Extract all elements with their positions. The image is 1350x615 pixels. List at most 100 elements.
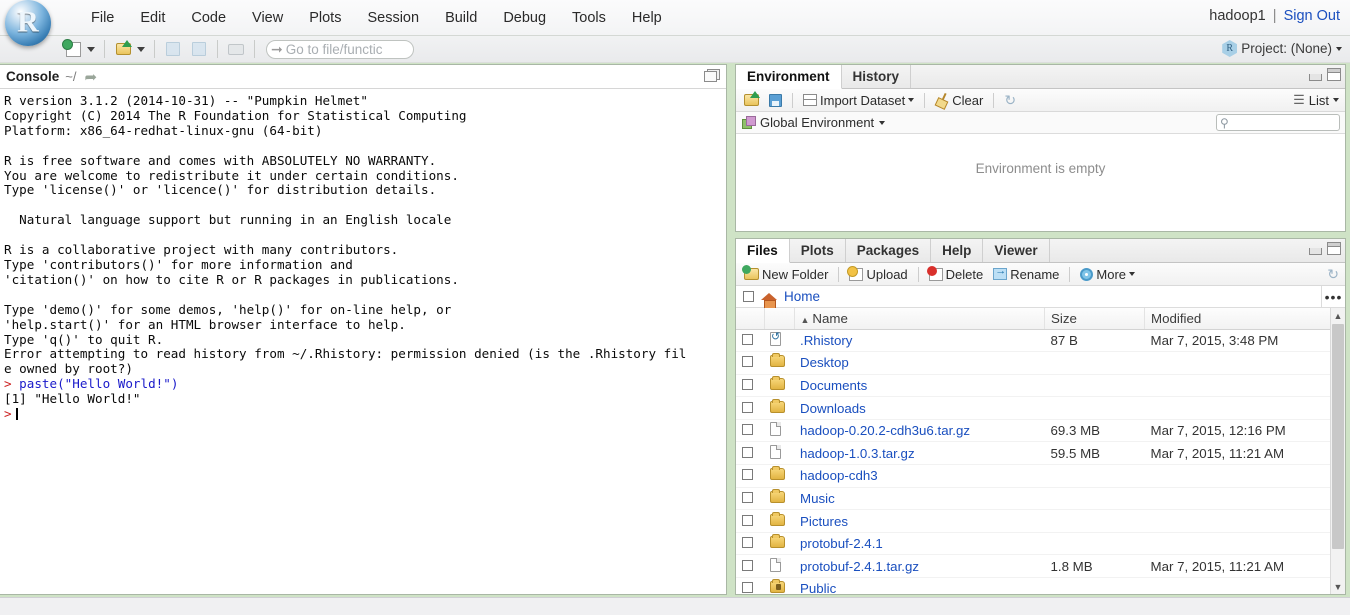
menu-build[interactable]: Build bbox=[432, 6, 490, 30]
select-all-checkbox[interactable] bbox=[743, 291, 754, 302]
menu-debug[interactable]: Debug bbox=[490, 6, 559, 30]
menu-session[interactable]: Session bbox=[354, 6, 432, 30]
tab-plots[interactable]: Plots bbox=[790, 239, 846, 262]
file-link[interactable]: hadoop-0.20.2-cdh3u6.tar.gz bbox=[800, 423, 970, 438]
environment-toolbar-divider-2 bbox=[924, 92, 926, 108]
menu-help[interactable]: Help bbox=[619, 6, 675, 30]
import-dataset-button[interactable]: Import Dataset bbox=[799, 93, 918, 108]
list-view-icon: ☰ bbox=[1293, 92, 1305, 107]
global-environment-dropdown-icon[interactable] bbox=[879, 120, 886, 125]
row-checkbox[interactable] bbox=[742, 491, 753, 503]
files-refresh-button[interactable]: ↻ bbox=[1327, 263, 1339, 285]
row-name-cell: hadoop-cdh3 bbox=[794, 464, 1045, 488]
menu-edit[interactable]: Edit bbox=[127, 6, 178, 30]
table-row[interactable]: Pictures bbox=[736, 509, 1345, 533]
row-checkbox[interactable] bbox=[742, 333, 753, 345]
table-row[interactable]: Desktop bbox=[736, 351, 1345, 375]
tab-files[interactable]: Files bbox=[736, 239, 790, 263]
row-checkbox[interactable] bbox=[742, 537, 753, 549]
environment-save-workspace-button[interactable] bbox=[765, 93, 786, 107]
print-button[interactable] bbox=[223, 38, 249, 60]
menu-plots[interactable]: Plots bbox=[296, 6, 354, 30]
table-row[interactable]: hadoop-1.0.3.tar.gz 59.5 MB Mar 7, 2015, 1… bbox=[736, 441, 1345, 466]
upload-button[interactable]: Upload bbox=[845, 265, 911, 282]
table-row[interactable]: Music bbox=[736, 487, 1345, 511]
rename-button[interactable]: Rename bbox=[989, 265, 1063, 282]
files-col-name[interactable]: ▲ Name bbox=[794, 308, 1045, 330]
file-link[interactable]: hadoop-1.0.3.tar.gz bbox=[800, 446, 915, 461]
row-checkbox[interactable] bbox=[742, 356, 753, 368]
files-maximize-button[interactable] bbox=[1327, 242, 1341, 255]
file-link[interactable]: Desktop bbox=[800, 355, 849, 370]
environment-minimize-button[interactable] bbox=[1309, 74, 1322, 81]
file-link[interactable]: protobuf-2.4.1.tar.gz bbox=[800, 559, 919, 574]
environment-load-workspace-button[interactable] bbox=[740, 91, 763, 106]
table-row[interactable]: Documents bbox=[736, 374, 1345, 398]
tab-viewer[interactable]: Viewer bbox=[983, 239, 1050, 262]
open-file-dropdown-icon[interactable] bbox=[137, 46, 145, 52]
file-link[interactable]: hadoop-cdh3 bbox=[800, 468, 878, 483]
table-row[interactable]: hadoop-cdh3 bbox=[736, 464, 1345, 488]
files-more-options-button[interactable]: ••• bbox=[1321, 286, 1345, 307]
sign-out-link[interactable]: Sign Out bbox=[1284, 8, 1340, 24]
path-home-link[interactable]: Home bbox=[784, 289, 820, 304]
table-row[interactable]: protobuf-2.4.1 bbox=[736, 532, 1345, 556]
tab-environment[interactable]: Environment bbox=[736, 65, 842, 89]
table-row[interactable]: Public bbox=[736, 577, 1345, 594]
row-checkbox[interactable] bbox=[742, 446, 753, 458]
menu-view[interactable]: View bbox=[239, 6, 296, 30]
file-link[interactable]: Pictures bbox=[800, 514, 848, 529]
row-checkbox[interactable] bbox=[742, 378, 753, 390]
files-col-name-label: Name bbox=[812, 310, 848, 326]
console-output-area[interactable]: R version 3.1.2 (2014-10-31) -- "Pumpkin… bbox=[0, 90, 726, 594]
console-tab[interactable]: Console bbox=[6, 69, 59, 84]
new-folder-button[interactable]: New Folder bbox=[740, 265, 832, 282]
table-row[interactable]: Downloads bbox=[736, 396, 1345, 420]
files-col-size[interactable]: Size bbox=[1044, 308, 1145, 330]
table-row[interactable]: .Rhistory 87 BMar 7, 2015, 3:48 PM bbox=[736, 329, 1345, 353]
files-scrollbar-thumb[interactable] bbox=[1332, 324, 1344, 549]
console-open-in-editor-icon[interactable]: ➦ bbox=[84, 68, 97, 86]
menu-file[interactable]: File bbox=[78, 6, 127, 30]
environment-refresh-button[interactable]: ↻ bbox=[1000, 92, 1020, 109]
open-file-button[interactable] bbox=[110, 38, 136, 60]
file-link[interactable]: Downloads bbox=[800, 401, 866, 416]
table-row[interactable]: hadoop-0.20.2-cdh3u6.tar.gz 69.3 MB Mar 7,… bbox=[736, 419, 1345, 443]
files-scrollbar[interactable]: ▲ ▼ bbox=[1330, 308, 1345, 594]
save-all-button[interactable] bbox=[186, 38, 212, 60]
more-button[interactable]: More bbox=[1076, 267, 1139, 282]
tab-packages[interactable]: Packages bbox=[846, 239, 932, 262]
goto-file-input[interactable]: ➞ Go to file/functic bbox=[266, 39, 414, 59]
files-col-modified[interactable]: Modified bbox=[1144, 308, 1345, 330]
file-link[interactable]: Documents bbox=[800, 378, 867, 393]
scroll-down-icon[interactable]: ▼ bbox=[1331, 579, 1345, 594]
new-file-button[interactable] bbox=[60, 38, 86, 60]
global-environment-label[interactable]: Global Environment bbox=[760, 115, 874, 130]
tab-history[interactable]: History bbox=[842, 65, 912, 88]
environment-search-input[interactable]: ⚲ bbox=[1216, 114, 1340, 131]
new-file-dropdown-icon[interactable] bbox=[87, 46, 95, 52]
scroll-up-icon[interactable]: ▲ bbox=[1331, 308, 1345, 323]
row-checkbox[interactable] bbox=[742, 514, 753, 526]
delete-button[interactable]: Delete bbox=[925, 265, 988, 282]
menu-code[interactable]: Code bbox=[178, 6, 239, 30]
project-selector[interactable]: Project: (None) bbox=[1222, 40, 1342, 57]
console-maximize-button[interactable] bbox=[704, 69, 720, 82]
files-minimize-button[interactable] bbox=[1309, 248, 1322, 255]
file-link[interactable]: Music bbox=[800, 491, 835, 506]
row-checkbox[interactable] bbox=[742, 424, 753, 436]
table-row[interactable]: protobuf-2.4.1.tar.gz 1.8 MB Mar 7, 2015, … bbox=[736, 554, 1345, 579]
file-link[interactable]: protobuf-2.4.1 bbox=[800, 536, 883, 551]
file-link[interactable]: Public bbox=[800, 581, 836, 594]
tab-help[interactable]: Help bbox=[931, 239, 984, 262]
save-button[interactable] bbox=[160, 38, 186, 60]
row-checkbox[interactable] bbox=[742, 559, 753, 571]
environment-view-selector[interactable]: ☰ List bbox=[1293, 89, 1339, 111]
file-link[interactable]: .Rhistory bbox=[800, 333, 852, 348]
row-checkbox[interactable] bbox=[742, 582, 753, 594]
row-checkbox[interactable] bbox=[742, 401, 753, 413]
row-checkbox[interactable] bbox=[742, 469, 753, 481]
clear-environment-button[interactable]: Clear bbox=[931, 93, 987, 108]
environment-maximize-button[interactable] bbox=[1327, 68, 1341, 81]
menu-tools[interactable]: Tools bbox=[559, 6, 619, 30]
